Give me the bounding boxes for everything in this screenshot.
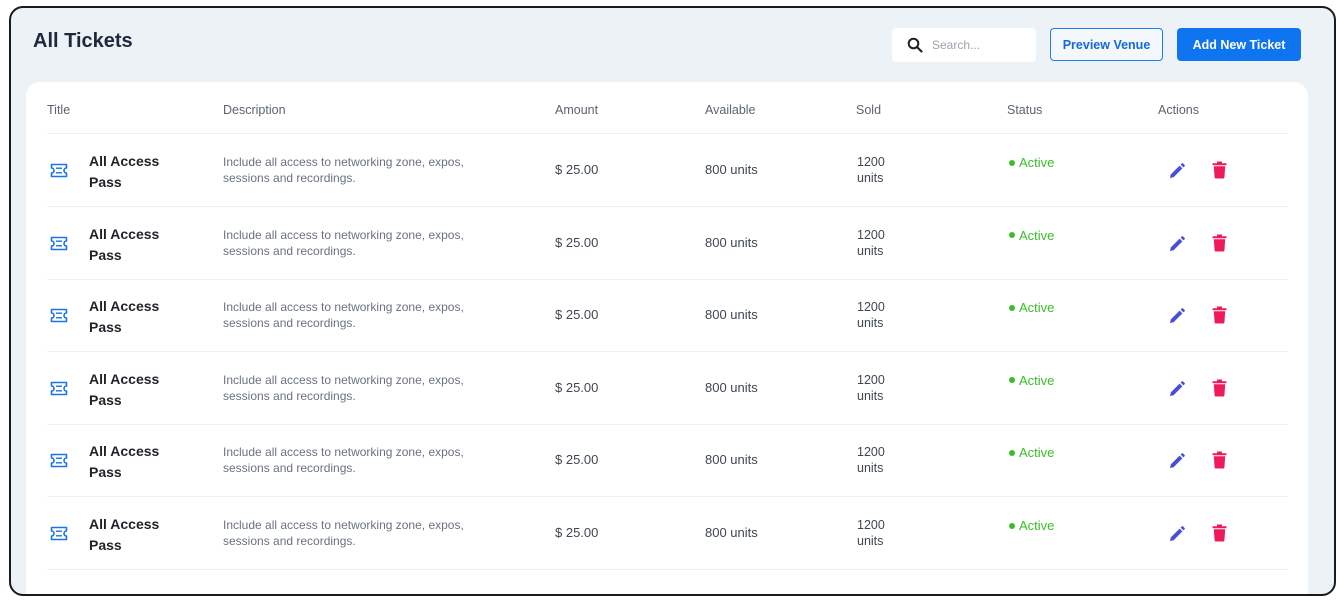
status-dot [1009, 159, 1015, 166]
ticket-icon [50, 454, 68, 468]
pencil-icon[interactable] [1168, 162, 1186, 180]
ticket-available: 800 units [705, 234, 758, 250]
table-row: All Access Pass Include all access to ne… [47, 207, 1288, 280]
trash-icon[interactable] [1212, 379, 1227, 397]
ticket-amount: $ 25.00 [555, 307, 599, 323]
preview-venue-button[interactable]: Preview Venue [1050, 28, 1163, 61]
status-dot [1009, 522, 1015, 529]
ticket-amount: $ 25.00 [555, 379, 599, 395]
column-header-amount: Amount [555, 103, 599, 117]
table-row: All Access Pass Include all access to ne… [47, 497, 1288, 570]
column-header-title: Title [47, 103, 71, 117]
ticket-available: 800 units [705, 307, 758, 323]
status-label: Active [1019, 155, 1055, 170]
status-badge: Active [1009, 300, 1054, 315]
table-row: All Access Pass Include all access to ne… [47, 279, 1288, 353]
tickets-table: Title Description Amount Available Sold … [26, 82, 1308, 594]
ticket-title: All Access Pass [89, 153, 160, 190]
ticket-title: All Access Pass [89, 516, 160, 553]
status-badge: Active [1009, 155, 1054, 170]
table-header: Title Description Amount Available Sold … [47, 82, 1288, 134]
status-dot [1009, 232, 1015, 239]
status-label: Active [1019, 518, 1055, 533]
ticket-available: 800 units [705, 379, 758, 395]
pencil-icon[interactable] [1168, 380, 1186, 398]
ticket-title: All Access Pass [89, 443, 160, 481]
trash-icon[interactable] [1212, 161, 1227, 179]
pencil-icon[interactable] [1168, 307, 1186, 325]
trash-icon[interactable] [1212, 524, 1227, 542]
search-icon [907, 37, 923, 53]
trash-icon[interactable] [1212, 234, 1227, 252]
pencil-icon[interactable] [1168, 452, 1186, 470]
ticket-icon [50, 381, 68, 396]
table-row: All Access Pass Include all access to ne… [47, 134, 1288, 207]
status-badge: Active [1009, 518, 1054, 533]
status-badge: Active [1009, 228, 1054, 243]
page-title: All Tickets [33, 30, 133, 52]
column-header-status: Status [1007, 103, 1043, 117]
ticket-amount: $ 25.00 [555, 452, 599, 468]
ticket-title: All Access Pass [89, 370, 160, 408]
column-header-sold: Sold [856, 103, 882, 117]
status-dot [1009, 449, 1015, 456]
column-header-actions: Actions [1158, 103, 1199, 117]
trash-icon[interactable] [1212, 451, 1227, 469]
app-frame: All Tickets Preview Venue Add New Ticket… [9, 6, 1336, 596]
ticket-sold: 1200 units [857, 518, 885, 548]
ticket-icon [50, 526, 68, 541]
ticket-amount: $ 25.00 [555, 525, 599, 540]
ticket-description: Include all access to networking zone, e… [223, 155, 464, 185]
status-label: Active [1019, 372, 1055, 388]
search-box[interactable] [892, 28, 1036, 62]
ticket-sold: 1200 units [857, 155, 885, 185]
ticket-description: Include all access to networking zone, e… [223, 372, 464, 403]
ticket-amount: $ 25.00 [555, 162, 599, 177]
ticket-description: Include all access to networking zone, e… [223, 445, 464, 476]
ticket-icon [50, 236, 68, 250]
ticket-available: 800 units [705, 452, 758, 468]
ticket-sold: 1200 units [857, 445, 885, 476]
ticket-title: All Access Pass [89, 298, 160, 336]
pencil-icon[interactable] [1168, 235, 1186, 253]
ticket-title: All Access Pass [89, 225, 160, 263]
status-label: Active [1019, 300, 1055, 316]
pencil-icon[interactable] [1168, 525, 1186, 543]
status-label: Active [1019, 445, 1055, 461]
ticket-description: Include all access to networking zone, e… [223, 518, 464, 548]
ticket-description: Include all access to networking zone, e… [223, 300, 464, 331]
ticket-description: Include all access to networking zone, e… [223, 227, 464, 258]
ticket-available: 800 units [705, 162, 758, 177]
column-header-available: Available [705, 103, 756, 117]
status-badge: Active [1009, 373, 1054, 388]
ticket-sold: 1200 units [857, 227, 885, 258]
ticket-sold: 1200 units [857, 300, 885, 331]
status-dot [1009, 304, 1015, 311]
search-input[interactable] [932, 38, 1032, 52]
ticket-available: 800 units [705, 525, 758, 540]
ticket-amount: $ 25.00 [555, 234, 599, 250]
add-new-ticket-button[interactable]: Add New Ticket [1177, 28, 1301, 61]
status-label: Active [1019, 227, 1055, 243]
trash-icon[interactable] [1212, 306, 1227, 324]
ticket-icon [50, 163, 68, 178]
ticket-sold: 1200 units [857, 372, 885, 403]
table-row: All Access Pass Include all access to ne… [47, 352, 1288, 425]
column-header-description: Description [223, 103, 286, 117]
table-row: All Access Pass Include all access to ne… [47, 424, 1288, 498]
status-dot [1009, 377, 1015, 384]
ticket-icon [50, 308, 68, 323]
status-badge: Active [1009, 445, 1054, 460]
